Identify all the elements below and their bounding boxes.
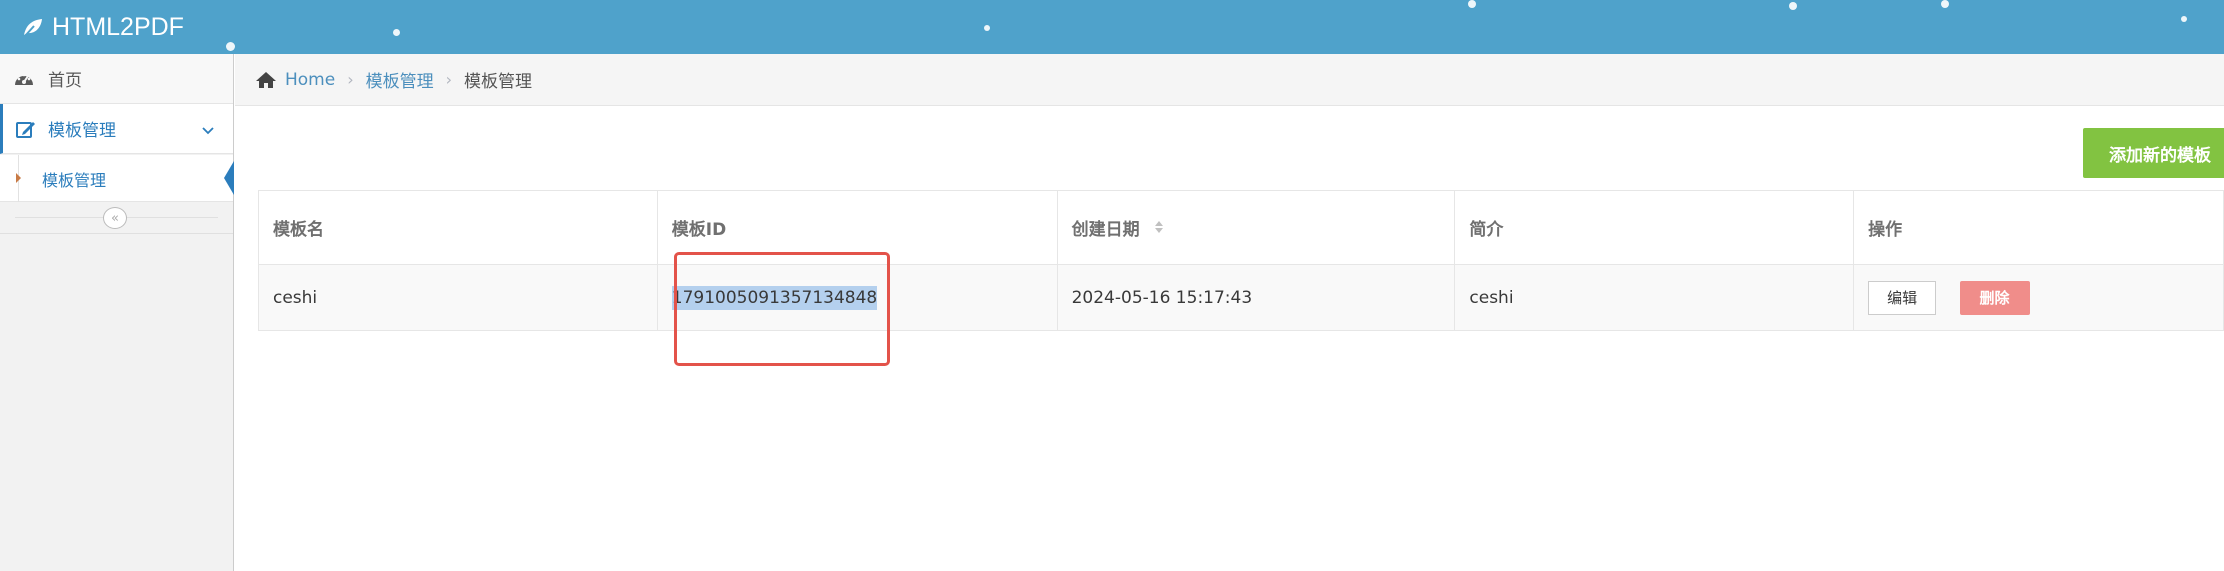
sidebar-item-label: 模板管理 <box>48 121 116 141</box>
cell-name: ceshi <box>258 264 658 331</box>
sidebar-collapse-bar: « <box>0 202 233 234</box>
sidebar-item-label: 首页 <box>48 71 82 91</box>
active-indicator <box>224 161 234 195</box>
templates-table: 模板名 模板ID 创建日期 简介 操作 ceshi 17910050913571… <box>258 190 2224 331</box>
column-header-actions: 操作 <box>1853 190 2224 265</box>
sidebar-item-templates[interactable]: 模板管理 <box>0 104 233 154</box>
sidebar-item-home[interactable]: 首页 <box>0 54 233 104</box>
submenu-item-label: 模板管理 <box>42 171 107 190</box>
brand-title: HTML2PDF <box>52 12 184 41</box>
breadcrumb-home-link[interactable]: Home <box>285 70 335 90</box>
column-header-label: 创建日期 <box>1071 219 1140 240</box>
brand[interactable]: HTML2PDF <box>22 10 184 44</box>
breadcrumb-current: 模板管理 <box>464 72 533 92</box>
highlight-annotation-box <box>674 252 890 366</box>
cell-actions: 编辑 删除 <box>1853 264 2224 331</box>
cell-date: 2024-05-16 15:17:43 <box>1056 264 1456 331</box>
leaf-icon <box>24 19 42 37</box>
table-row: ceshi 1791005091357134848 2024-05-16 15:… <box>258 264 2224 331</box>
add-template-button[interactable]: 添加新的模板 <box>2083 128 2224 178</box>
table-header-row: 模板名 模板ID 创建日期 简介 操作 <box>258 190 2224 265</box>
sidebar: 首页 模板管理 模板管理 « <box>0 54 234 571</box>
breadcrumb-section-link[interactable]: 模板管理 <box>366 67 434 92</box>
chevron-right-icon: › <box>445 70 453 89</box>
double-chevron-left-icon[interactable]: « <box>103 207 127 229</box>
edit-icon <box>3 119 48 139</box>
cell-description: ceshi <box>1454 264 1855 331</box>
caret-right-icon <box>16 173 21 183</box>
sort-icon[interactable] <box>1154 219 1164 240</box>
column-header-date[interactable]: 创建日期 <box>1056 190 1456 265</box>
column-header-description: 简介 <box>1454 190 1855 265</box>
column-header-name: 模板名 <box>258 190 658 265</box>
edit-button[interactable]: 编辑 <box>1868 280 1937 315</box>
breadcrumb: Home › 模板管理 › 模板管理 <box>235 54 2224 106</box>
chevron-down-icon <box>201 121 215 141</box>
dashboard-icon <box>0 70 48 88</box>
chevron-right-icon: › <box>347 70 354 89</box>
delete-button[interactable]: 删除 <box>1959 280 2030 315</box>
navbar: HTML2PDF <box>0 0 2224 54</box>
home-icon <box>255 71 277 89</box>
submenu-item-templates[interactable]: 模板管理 <box>0 155 234 202</box>
